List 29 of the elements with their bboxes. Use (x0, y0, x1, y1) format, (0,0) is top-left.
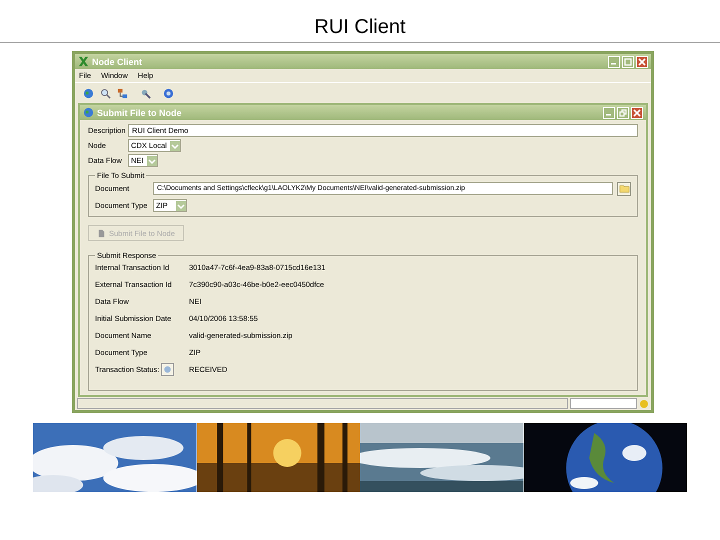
inner-window-title: Submit File to Node (97, 108, 182, 118)
close-button[interactable] (631, 106, 643, 118)
minimize-icon (606, 114, 611, 116)
minimize-icon (611, 63, 616, 64)
window-title: Node Client (92, 56, 142, 66)
caret-icon (176, 200, 186, 210)
network-icon[interactable] (117, 88, 128, 98)
close-button[interactable] (636, 56, 648, 68)
close-icon (637, 56, 647, 66)
caret-icon (170, 140, 180, 150)
help-icon[interactable] (163, 88, 174, 98)
document-icon (97, 228, 106, 238)
folder-icon[interactable] (617, 182, 631, 196)
maximize-button[interactable] (622, 56, 634, 68)
globe-icon[interactable] (83, 88, 94, 98)
status-light-icon (639, 398, 649, 408)
maximize-icon (623, 56, 633, 66)
caret-icon (146, 156, 157, 166)
globe-icon (83, 107, 94, 118)
status-icon[interactable] (161, 362, 174, 376)
restore-icon (618, 108, 628, 118)
search-icon[interactable] (100, 88, 111, 98)
slide-title: RUI Client (314, 15, 406, 40)
close-icon (632, 108, 642, 118)
status-field (570, 398, 637, 409)
minimize-button[interactable] (608, 56, 620, 68)
x-logo-icon (78, 56, 89, 67)
minimize-button[interactable] (603, 106, 615, 118)
restore-button[interactable] (617, 106, 629, 118)
